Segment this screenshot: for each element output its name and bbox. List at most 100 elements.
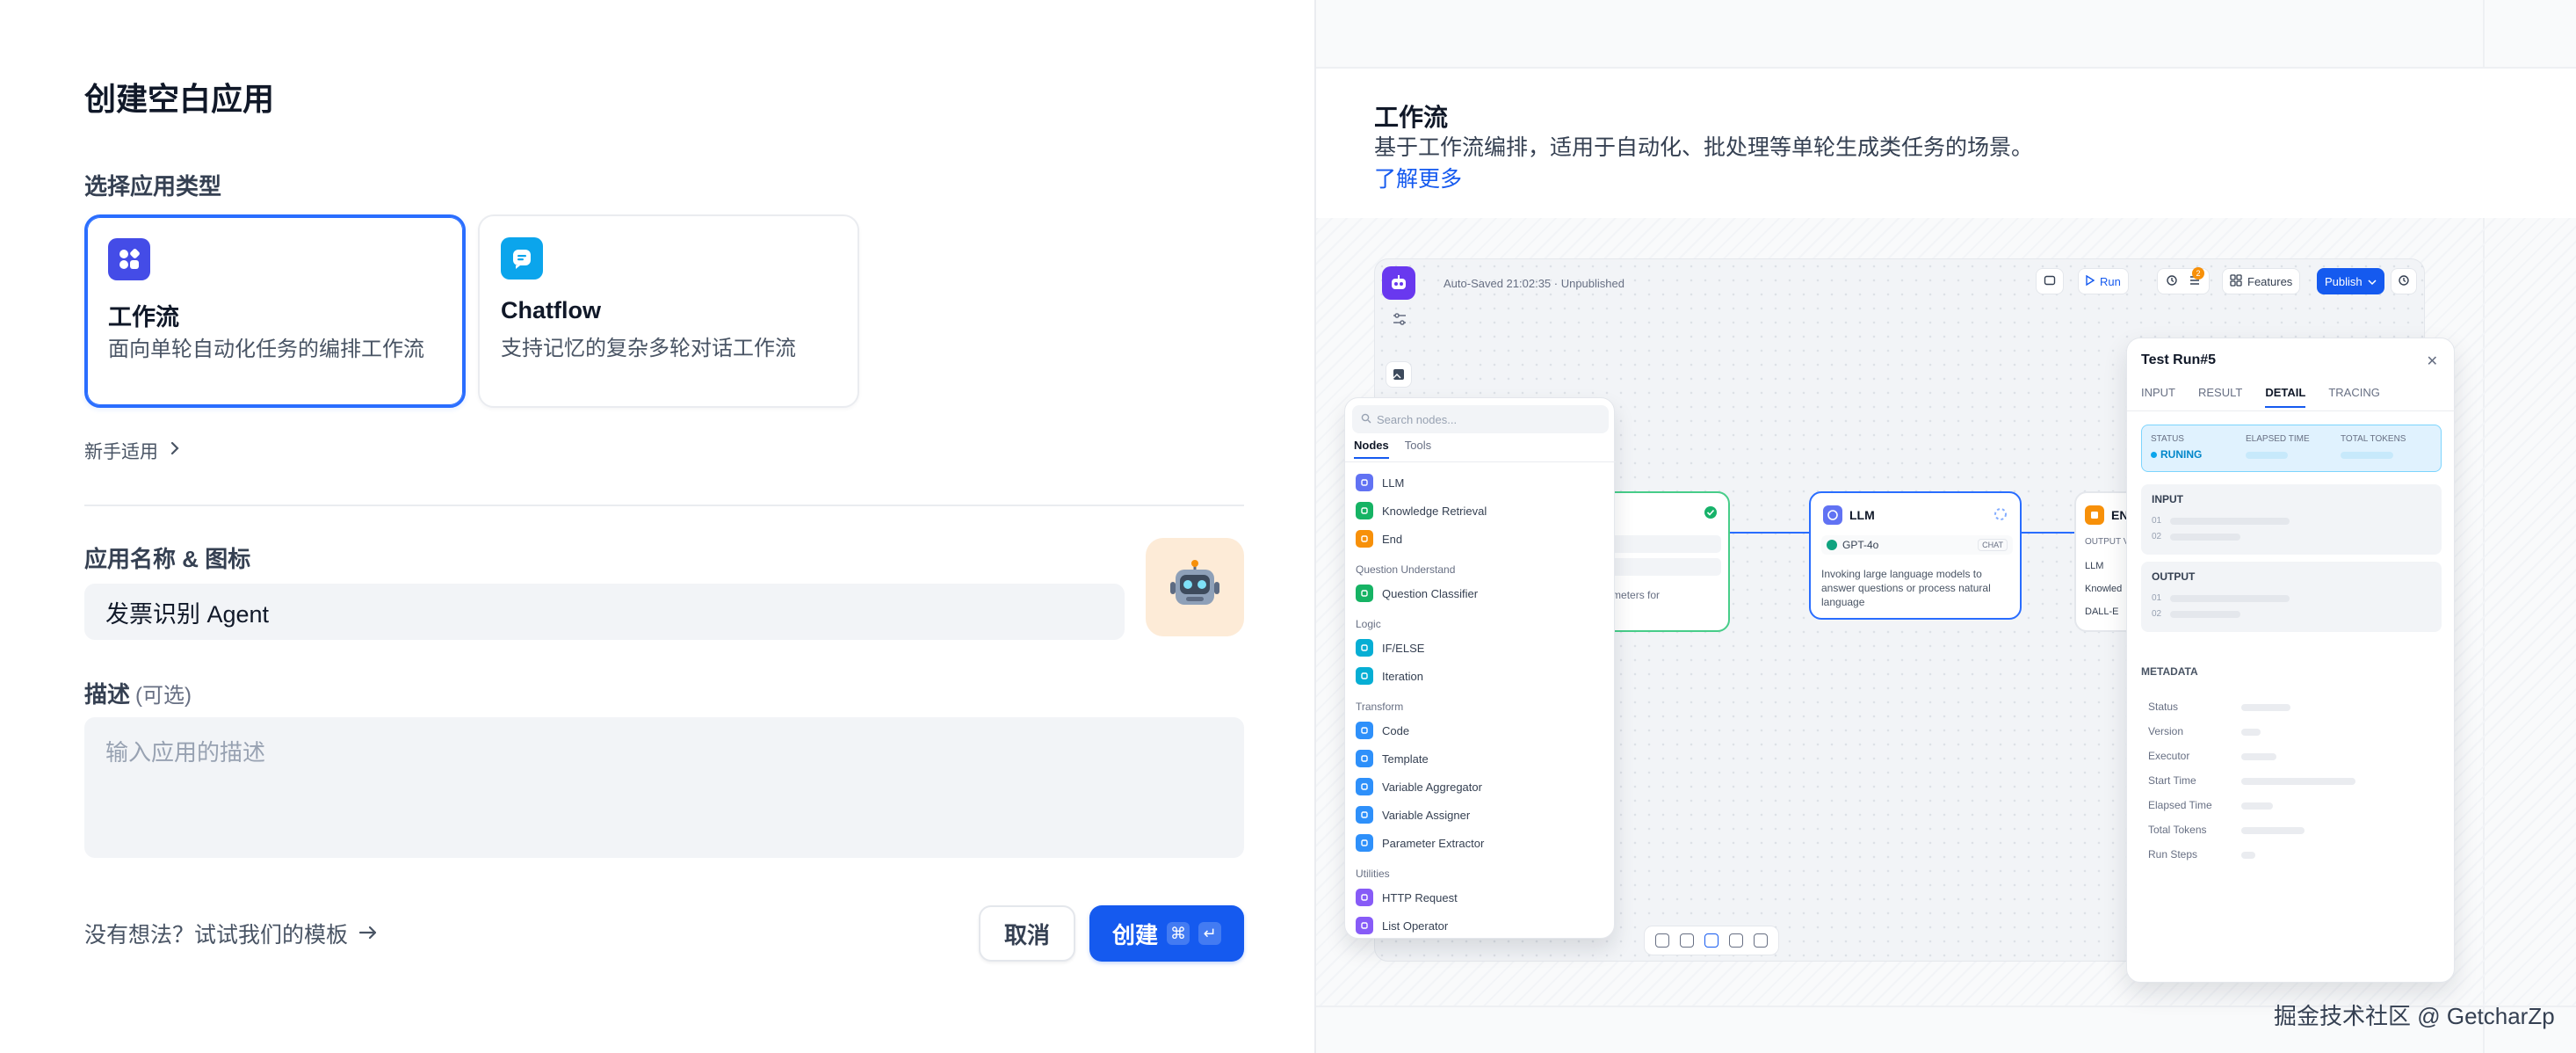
preview-desc: 基于工作流编排，适用于自动化、批处理等单轮生成类任务的场景。 了解更多 bbox=[1374, 132, 2042, 195]
beginner-link[interactable]: 新手适用 bbox=[84, 438, 181, 464]
beginner-label: 新手适用 bbox=[84, 442, 158, 462]
node-list-item[interactable]: HTTP Request bbox=[1356, 883, 1610, 911]
close-icon[interactable]: ✕ bbox=[2427, 352, 2438, 370]
metadata-row-label: Run Steps bbox=[2148, 848, 2198, 861]
node-type-icon bbox=[1356, 806, 1373, 824]
app-icon-picker[interactable] bbox=[1146, 538, 1244, 636]
tab-tracing[interactable]: TRACING bbox=[2328, 386, 2380, 408]
node-list-item[interactable]: Knowledge Retrieval bbox=[1356, 497, 1610, 525]
canvas-toolbar bbox=[1644, 926, 1779, 955]
node-list-item[interactable]: Question Classifier bbox=[1356, 579, 1610, 607]
input-box: INPUT 01 02 bbox=[2141, 484, 2442, 555]
template-link-label: 没有想法？试试我们的模板 bbox=[84, 923, 349, 948]
publish-label: Publish bbox=[2325, 274, 2363, 288]
node-list-item[interactable]: Code bbox=[1356, 716, 1610, 744]
run-label: Run bbox=[2100, 274, 2121, 288]
run-status-box: STATUS ELAPSED TIME TOTAL TOKENS RUNING bbox=[2141, 425, 2442, 472]
tab-detail[interactable]: DETAIL bbox=[2265, 386, 2306, 408]
node-list-item[interactable]: LLM bbox=[1356, 468, 1610, 497]
node-list-item[interactable]: IF/ELSE bbox=[1356, 634, 1610, 662]
node-list-item-label: Variable Aggregator bbox=[1382, 780, 1482, 794]
divider bbox=[84, 505, 1244, 506]
search-icon bbox=[1361, 413, 1371, 426]
history-checklist-group[interactable]: 2 bbox=[2157, 266, 2210, 294]
node-list-item[interactable]: End bbox=[1356, 525, 1610, 553]
end-output-list: LLM Knowled DALL-E bbox=[2085, 561, 2123, 617]
metadata-row-label: Version bbox=[2148, 725, 2184, 737]
run-button[interactable]: Run bbox=[2078, 268, 2129, 294]
autosave-status: Auto-Saved 21:02:35 · Unpublished bbox=[1444, 277, 1624, 290]
metadata-row-label: Total Tokens bbox=[2148, 824, 2207, 836]
llm-node[interactable]: LLM GPT-4o CHAT Invoking large language … bbox=[1809, 491, 2022, 620]
chevron-right-icon bbox=[169, 440, 181, 461]
arrow-right-icon bbox=[358, 921, 378, 947]
node-type-icon bbox=[1356, 530, 1373, 548]
llm-model-row: GPT-4o CHAT bbox=[1821, 535, 2013, 555]
robot-icon bbox=[1167, 557, 1223, 618]
version-history-button[interactable] bbox=[2391, 268, 2417, 294]
preview-desc-text: 基于工作流编排，适用于自动化、批处理等单轮生成类任务的场景。 bbox=[1374, 135, 2034, 160]
node-list-item[interactable]: List Operator bbox=[1356, 911, 1610, 940]
metadata-row-label: Executor bbox=[2148, 750, 2190, 762]
node-category-label: Transform bbox=[1356, 701, 1404, 713]
tab-input[interactable]: INPUT bbox=[2141, 386, 2175, 408]
openai-icon bbox=[1827, 540, 1837, 550]
test-run-panel: Test Run#5 ✕ INPUT RESULT DETAIL TRACING… bbox=[2126, 338, 2456, 983]
desc-label-text: 描述 bbox=[84, 681, 131, 708]
desc-textarea[interactable]: 输入应用的描述 bbox=[84, 717, 1244, 858]
features-button[interactable]: Features bbox=[2222, 268, 2301, 294]
clock-icon bbox=[2398, 274, 2410, 289]
create-app-form: 创建空白应用 选择应用类型 工作流 面向单轮自动化任务的编排工作流 Chatfl… bbox=[0, 0, 1314, 1053]
node-list-item[interactable]: Variable Aggregator bbox=[1356, 773, 1610, 801]
learn-more-link[interactable]: 了解更多 bbox=[1374, 167, 1462, 192]
metadata-skeleton-bar bbox=[2241, 852, 2255, 859]
node-list-item[interactable]: Parameter Extractor bbox=[1356, 829, 1610, 857]
view-toggle-button[interactable] bbox=[2036, 268, 2064, 294]
node-list-item-label: HTTP Request bbox=[1382, 890, 1458, 904]
hand-icon[interactable] bbox=[1729, 933, 1743, 948]
tab-result[interactable]: RESULT bbox=[2198, 386, 2242, 408]
tab-nodes[interactable]: Nodes bbox=[1354, 439, 1389, 459]
features-label: Features bbox=[2247, 274, 2293, 288]
node-type-icon bbox=[1356, 834, 1373, 852]
publish-button[interactable]: Publish bbox=[2317, 268, 2384, 294]
note-icon[interactable] bbox=[1680, 933, 1694, 948]
workflow-icon bbox=[108, 238, 150, 280]
node-type-icon bbox=[1356, 667, 1373, 685]
node-type-icon bbox=[1356, 778, 1373, 795]
node-search-input[interactable]: Search nodes... bbox=[1352, 405, 1609, 433]
node-type-icon bbox=[1356, 917, 1373, 934]
create-button[interactable]: 创建 ⌘ ↵ bbox=[1089, 905, 1244, 962]
llm-desc: Invoking large language models to answer… bbox=[1821, 568, 1991, 608]
type-card-chatflow[interactable]: Chatflow 支持记忆的复杂多轮对话工作流 bbox=[478, 214, 859, 408]
node-list-item-label: Code bbox=[1382, 723, 1410, 737]
end-icon bbox=[2085, 505, 2104, 525]
template-link[interactable]: 没有想法？试试我们的模板 bbox=[84, 918, 378, 949]
add-node-icon[interactable] bbox=[1655, 933, 1669, 948]
history-icon bbox=[2166, 274, 2178, 289]
cancel-button[interactable]: 取消 bbox=[979, 905, 1075, 962]
node-type-icon bbox=[1356, 722, 1373, 739]
node-list-item[interactable]: Iteration bbox=[1356, 662, 1610, 690]
divider bbox=[1345, 461, 1616, 462]
type-card-workflow[interactable]: 工作流 面向单轮自动化任务的编排工作流 bbox=[84, 214, 466, 408]
node-list-item[interactable]: Template bbox=[1356, 744, 1610, 773]
metadata-skeleton-bar bbox=[2241, 704, 2290, 711]
node-list-item[interactable]: Variable Assigner bbox=[1356, 801, 1610, 829]
organize-icon[interactable] bbox=[1754, 933, 1768, 948]
node-category-label: Logic bbox=[1356, 618, 1381, 630]
search-placeholder: Search nodes... bbox=[1377, 412, 1458, 426]
node-list-item-label: LLM bbox=[1382, 476, 1405, 490]
node-list-item-label: Iteration bbox=[1382, 669, 1423, 683]
node-search-panel: Search nodes... Nodes Tools LLM Knowledge… bbox=[1344, 397, 1616, 940]
node-list-item-label: Parameter Extractor bbox=[1382, 836, 1485, 850]
loading-icon bbox=[1994, 507, 2008, 526]
tab-tools[interactable]: Tools bbox=[1405, 439, 1431, 459]
type-desc-workflow: 面向单轮自动化任务的编排工作流 bbox=[108, 338, 424, 361]
pointer-icon[interactable] bbox=[1704, 933, 1719, 948]
app-name-input[interactable]: 发票识别 Agent bbox=[84, 584, 1125, 640]
settings-icon bbox=[1391, 310, 1408, 328]
check-circle-icon bbox=[1704, 505, 1718, 524]
bot-icon bbox=[1382, 266, 1415, 300]
app-type-preview: 工作流 基于工作流编排，适用于自动化、批处理等单轮生成类任务的场景。 了解更多 … bbox=[1314, 0, 2576, 1053]
